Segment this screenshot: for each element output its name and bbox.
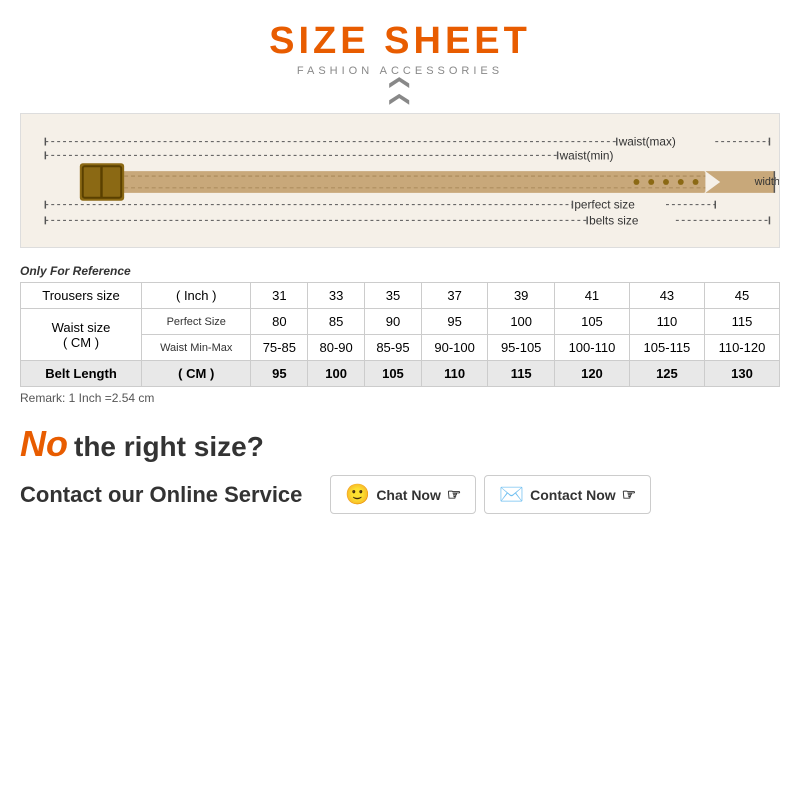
col-37: 37: [421, 283, 488, 309]
minmax-80-90: 80-90: [308, 335, 365, 361]
contact-service-text: Contact our Online Service: [20, 482, 302, 508]
belt-100: 100: [308, 361, 365, 387]
chat-now-button[interactable]: 🙂 Chat Now ☞: [330, 475, 476, 514]
minmax-75-85: 75-85: [251, 335, 308, 361]
perfect-85: 85: [308, 309, 365, 335]
hand-icon: ☞: [447, 485, 461, 505]
perfect-115: 115: [704, 309, 779, 335]
belt-length-label: Belt Length: [21, 361, 142, 387]
perfect-80: 80: [251, 309, 308, 335]
perfect-110: 110: [629, 309, 704, 335]
perfect-105: 105: [554, 309, 629, 335]
chat-icon: 🙂: [345, 482, 370, 507]
perfect-100: 100: [488, 309, 555, 335]
col-35: 35: [365, 283, 422, 309]
svg-text:waist(max): waist(max): [618, 135, 676, 149]
belt-120: 120: [554, 361, 629, 387]
only-ref-label: Only For Reference: [20, 264, 780, 278]
svg-text:perfect size: perfect size: [574, 198, 635, 212]
perfect-95: 95: [421, 309, 488, 335]
svg-text:waist(min): waist(min): [559, 148, 614, 162]
contact-now-button[interactable]: ✉️ Contact Now ☞: [484, 475, 651, 514]
no-word: No: [20, 423, 68, 464]
trousers-size-header: Trousers size: [21, 283, 142, 309]
belt-130: 130: [704, 361, 779, 387]
hand-icon2: ☞: [622, 485, 636, 505]
col-41: 41: [554, 283, 629, 309]
belt-125: 125: [629, 361, 704, 387]
page-title: SIZE SHEET: [269, 20, 531, 63]
minmax-85-95: 85-95: [365, 335, 422, 361]
chevron-down-icon: ❮❮: [390, 74, 410, 108]
perfect-90: 90: [365, 309, 422, 335]
belt-110: 110: [421, 361, 488, 387]
minmax-90-100: 90-100: [421, 335, 488, 361]
col-39: 39: [488, 283, 555, 309]
belt-95: 95: [251, 361, 308, 387]
size-table: Trousers size ( Inch ) 31 33 35 37 39 41…: [20, 282, 780, 387]
waist-size-label: Waist size ( CM ): [21, 309, 142, 361]
col-31: 31: [251, 283, 308, 309]
remark-text: Remark: 1 Inch =2.54 cm: [20, 391, 780, 405]
no-size-line: Nothe right size?: [20, 423, 780, 465]
belt-diagram: waist(max) waist(min) perfect size belts…: [20, 113, 780, 248]
contact-service-line: Contact our Online Service 🙂 Chat Now ☞ …: [20, 475, 780, 514]
mail-icon: ✉️: [499, 482, 524, 507]
no-right-size-section: Nothe right size? Contact our Online Ser…: [20, 423, 780, 514]
waist-minmax-sublabel: Waist Min-Max: [142, 335, 251, 361]
minmax-105-115: 105-115: [629, 335, 704, 361]
inch-unit-header: ( Inch ): [142, 283, 251, 309]
contact-now-label: Contact Now: [530, 487, 616, 503]
col-33: 33: [308, 283, 365, 309]
col-45: 45: [704, 283, 779, 309]
minmax-110-120: 110-120: [704, 335, 779, 361]
perfect-size-sublabel: Perfect Size: [142, 309, 251, 335]
belt-115: 115: [488, 361, 555, 387]
svg-text:belts size: belts size: [589, 213, 639, 227]
right-size-text: the right size?: [74, 431, 264, 462]
chat-now-label: Chat Now: [376, 487, 441, 503]
belt-105: 105: [365, 361, 422, 387]
svg-text:width: width: [754, 176, 779, 188]
minmax-100-110: 100-110: [554, 335, 629, 361]
col-43: 43: [629, 283, 704, 309]
minmax-95-105: 95-105: [488, 335, 555, 361]
belt-length-unit: ( CM ): [142, 361, 251, 387]
